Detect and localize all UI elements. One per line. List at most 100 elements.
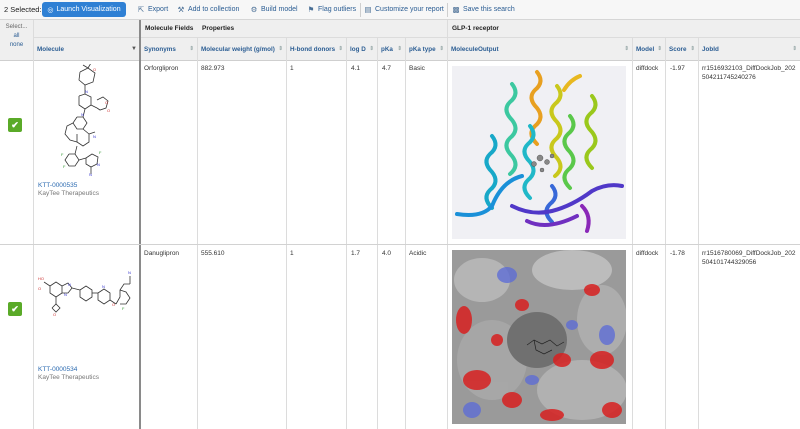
svg-text:O: O	[112, 302, 115, 307]
build-model-button[interactable]: ⚙ Build model	[250, 5, 298, 14]
column-pka-label: pKa	[381, 45, 393, 53]
add-to-collection-button[interactable]: ⚒ Add to collection	[177, 5, 240, 14]
tag-icon: ⚒	[177, 5, 185, 14]
svg-text:N: N	[97, 162, 100, 167]
save-icon: ▩	[452, 5, 460, 14]
svg-text:O: O	[93, 67, 96, 72]
column-synonyms[interactable]: Synonyms ⇕	[140, 38, 197, 61]
launch-visualization-label: Launch Visualization	[56, 6, 121, 13]
logd-cell: 1.7	[351, 250, 361, 257]
flag-outliers-label: Flag outliers	[318, 6, 357, 13]
svg-text:N: N	[68, 282, 71, 287]
svg-text:F: F	[61, 152, 64, 157]
molecule-id-link[interactable]: KTT-0000535	[38, 182, 77, 189]
column-score[interactable]: Score ⇕	[665, 38, 698, 61]
jobid-cell: rr1516932103_DiffDockJob_202504211745240…	[702, 65, 796, 81]
mw-cell: 882.973	[201, 65, 225, 72]
svg-text:N: N	[85, 89, 88, 94]
column-logd[interactable]: log D ⇕	[346, 38, 377, 61]
column-model[interactable]: Model ⇕	[632, 38, 665, 61]
pka-cell: 4.7	[382, 65, 392, 72]
report-icon: ▤	[364, 5, 372, 14]
column-molecular-weight[interactable]: Molecular weight (g/mol) ⇕	[197, 38, 286, 61]
pka-type-cell: Acidic	[409, 250, 427, 257]
hbd-cell: 1	[290, 250, 294, 257]
column-divider	[197, 38, 198, 429]
mw-cell: 555.610	[201, 250, 225, 257]
molecule-id-link[interactable]: KTT-0000534	[38, 366, 77, 373]
save-search-button[interactable]: ▩ Save this search	[452, 5, 514, 14]
protein-ribbon-render[interactable]	[452, 66, 626, 239]
launch-visualization-button[interactable]: ◎ Launch Visualization	[42, 2, 126, 17]
export-label: Export	[148, 6, 169, 13]
sort-icon[interactable]: ⇕	[278, 46, 283, 52]
column-pka-type-label: pKa type	[409, 45, 436, 53]
column-jobid[interactable]: JobId ⇕	[698, 38, 800, 61]
sort-icon[interactable]: ⇕	[189, 46, 194, 52]
column-molecule[interactable]: Molecule ▼	[33, 38, 140, 61]
molecule-company: KayTee Therapeutics	[38, 190, 99, 197]
select-none-link[interactable]: none	[0, 42, 33, 48]
sort-icon[interactable]: ⇕	[690, 46, 695, 52]
column-divider	[698, 38, 699, 429]
toolbar-divider	[360, 3, 361, 17]
score-cell: -1.78	[670, 250, 685, 257]
protein-surface-render[interactable]	[452, 250, 626, 424]
svg-text:N: N	[102, 284, 105, 289]
column-hbd-label: H-bond donors	[290, 45, 336, 53]
customize-report-button[interactable]: ▤ Customize your report	[364, 5, 444, 14]
score-cell: -1.97	[670, 65, 685, 72]
column-model-label: Model	[636, 45, 655, 53]
export-icon: ⇱	[137, 5, 145, 14]
column-divider	[665, 38, 666, 429]
column-divider	[447, 20, 448, 429]
svg-text:HO: HO	[38, 276, 44, 281]
column-pka[interactable]: pKa ⇕	[377, 38, 405, 61]
flag-outliers-button[interactable]: ⚑ Flag outliers	[307, 5, 357, 14]
pka-type-cell: Basic	[409, 65, 425, 72]
column-jobid-label: JobId	[702, 45, 719, 53]
column-pka-type[interactable]: pKa type ⇕	[405, 38, 447, 61]
column-molecule-label: Molecule	[37, 45, 64, 53]
svg-text:N: N	[89, 172, 92, 177]
column-divider	[632, 38, 633, 429]
svg-text:O: O	[38, 286, 41, 291]
molecule-company: KayTee Therapeutics	[38, 374, 99, 381]
svg-text:N: N	[81, 112, 84, 117]
row-checkbox[interactable]: ✔	[8, 118, 22, 132]
svg-text:F: F	[122, 306, 125, 311]
svg-text:N: N	[64, 292, 67, 297]
add-to-collection-label: Add to collection	[188, 6, 240, 13]
svg-text:O: O	[107, 108, 110, 113]
column-synonyms-label: Synonyms	[144, 45, 176, 53]
export-button[interactable]: ⇱ Export	[137, 5, 168, 14]
column-divider	[377, 38, 378, 429]
sort-icon[interactable]: ⇕	[439, 46, 444, 52]
svg-text:O: O	[105, 100, 108, 105]
svg-text:N: N	[128, 270, 131, 275]
customize-report-label: Customize your report	[375, 6, 444, 13]
row-divider	[0, 244, 800, 245]
build-model-label: Build model	[261, 6, 298, 13]
sort-icon[interactable]: ⇕	[624, 46, 629, 52]
pka-cell: 4.0	[382, 250, 392, 257]
sort-icon[interactable]: ⇕	[397, 46, 402, 52]
sort-icon[interactable]: ⇕	[369, 46, 374, 52]
column-output-label: MoleculeOutput	[451, 45, 499, 53]
gear-icon: ⚙	[250, 5, 258, 14]
group-properties: Properties	[197, 20, 447, 38]
dropdown-icon[interactable]: ▼	[131, 46, 137, 52]
column-divider	[286, 38, 287, 429]
sort-icon[interactable]: ⇕	[338, 46, 343, 52]
toolbar-divider	[447, 3, 448, 17]
svg-text:N: N	[93, 134, 96, 139]
row-checkbox[interactable]: ✔	[8, 302, 22, 316]
select-all-link[interactable]: all	[0, 33, 33, 39]
column-divider	[346, 38, 347, 429]
column-hbond-donors[interactable]: H-bond donors ⇕	[286, 38, 346, 61]
sort-icon[interactable]: ⇕	[657, 46, 662, 52]
frozen-column-divider	[139, 20, 141, 429]
protein-ribbon-image	[455, 70, 624, 233]
sort-icon[interactable]: ⇕	[792, 46, 797, 52]
column-molecule-output[interactable]: MoleculeOutput ⇕	[447, 38, 632, 61]
